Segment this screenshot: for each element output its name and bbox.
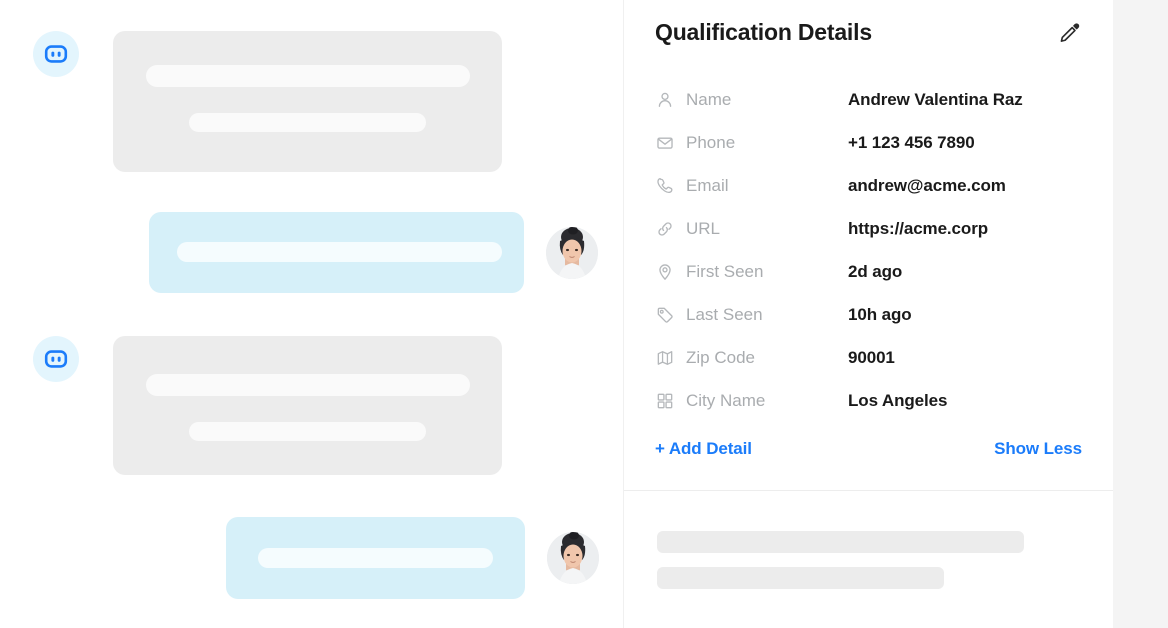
- detail-value: Andrew Valentina Raz: [848, 89, 1023, 109]
- chat-message-user-1: [149, 212, 598, 293]
- chat-bubble-user: [149, 212, 524, 293]
- map-pin-icon: [655, 262, 675, 282]
- show-less-button[interactable]: Show Less: [994, 439, 1082, 459]
- chat-message-bot-1: [33, 31, 502, 172]
- map-icon: [655, 348, 675, 368]
- skeleton-line: [177, 242, 502, 262]
- user-photo-avatar: [547, 532, 599, 584]
- detail-label: Phone: [686, 132, 736, 152]
- edit-button[interactable]: [1056, 20, 1082, 46]
- detail-value: Los Angeles: [848, 390, 948, 410]
- chat-message-bot-2: [33, 336, 502, 475]
- skeleton-line: [657, 567, 944, 589]
- detail-label: Zip Code: [686, 347, 755, 367]
- detail-row-phone: Phone +1 123 456 7890: [655, 121, 1085, 164]
- person-icon: [655, 90, 675, 110]
- user-avatar: [546, 227, 598, 279]
- chat-bubble-bot: [113, 336, 502, 475]
- app-root: Qualification Details Name Andrew Valent…: [0, 0, 1168, 628]
- skeleton-line: [189, 113, 426, 132]
- phone-icon: [655, 176, 675, 196]
- user-avatar: [547, 532, 599, 584]
- tag-icon: [655, 305, 675, 325]
- detail-value: +1 123 456 7890: [848, 132, 975, 152]
- robot-icon: [44, 45, 68, 63]
- detail-row-url: URL https://acme.corp: [655, 207, 1085, 250]
- add-detail-button[interactable]: + Add Detail: [655, 439, 752, 459]
- detail-label: Name: [686, 89, 732, 109]
- panel-actions: + Add Detail Show Less: [655, 439, 1082, 459]
- detail-value: 10h ago: [848, 304, 912, 324]
- panel-header: Qualification Details: [655, 19, 1082, 46]
- pencil-icon: [1060, 23, 1079, 42]
- detail-label: URL: [686, 218, 721, 238]
- skeleton-line: [657, 531, 1024, 553]
- skeleton-line: [189, 422, 426, 441]
- detail-value: andrew@acme.com: [848, 175, 1006, 195]
- detail-label: Email: [686, 175, 729, 195]
- chat-panel: [0, 0, 624, 628]
- detail-value: https://acme.corp: [848, 218, 988, 238]
- page-title: Qualification Details: [655, 19, 872, 45]
- bot-avatar: [33, 336, 79, 382]
- detail-row-zip-code: Zip Code 90001: [655, 336, 1085, 379]
- detail-row-name: Name Andrew Valentina Raz: [655, 78, 1085, 121]
- detail-label: City Name: [686, 390, 766, 410]
- link-icon: [655, 219, 675, 239]
- envelope-icon: [655, 133, 675, 153]
- panel-divider: [624, 490, 1113, 491]
- detail-row-last-seen: Last Seen 10h ago: [655, 293, 1085, 336]
- detail-row-first-seen: First Seen 2d ago: [655, 250, 1085, 293]
- detail-list: Name Andrew Valentina Raz Phone +1 123 4…: [655, 78, 1085, 422]
- bot-avatar: [33, 31, 79, 77]
- detail-row-city-name: City Name Los Angeles: [655, 379, 1085, 422]
- user-photo-avatar: [546, 227, 598, 279]
- detail-row-email: Email andrew@acme.com: [655, 164, 1085, 207]
- detail-value: 2d ago: [848, 261, 903, 281]
- robot-icon: [44, 350, 68, 368]
- chat-bubble-user: [226, 517, 525, 599]
- grid-icon: [655, 391, 675, 411]
- chat-message-user-2: [226, 517, 599, 599]
- skeleton-line: [146, 65, 470, 87]
- detail-value: 90001: [848, 347, 895, 367]
- right-gutter: [1113, 0, 1168, 628]
- skeleton-line: [146, 374, 470, 396]
- chat-bubble-bot: [113, 31, 502, 172]
- skeleton-line: [258, 548, 493, 568]
- detail-label: First Seen: [686, 261, 764, 281]
- detail-label: Last Seen: [686, 304, 763, 324]
